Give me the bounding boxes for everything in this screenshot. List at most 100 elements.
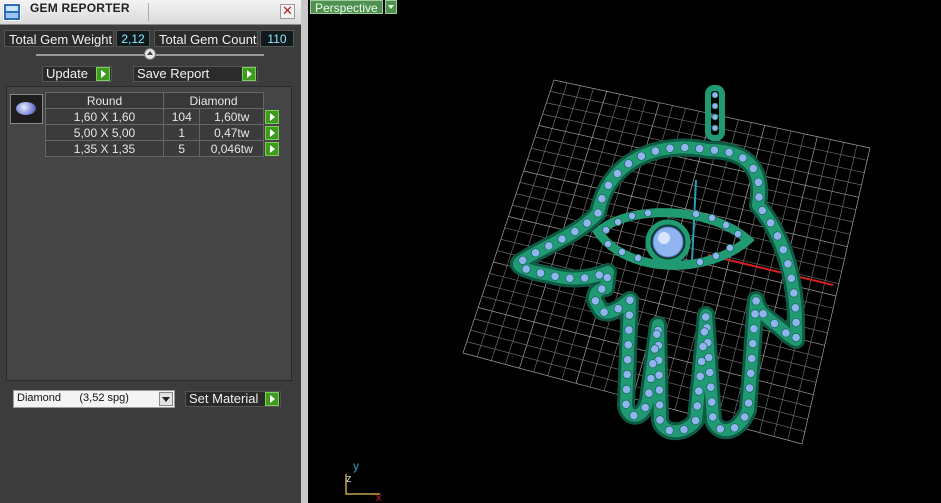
pave-stone (521, 264, 531, 274)
pave-stone (695, 371, 705, 381)
pave-stone (580, 273, 590, 283)
total-gem-count-label: Total Gem Count (154, 30, 258, 47)
pave-stone (765, 218, 776, 228)
total-gem-count-value: 110 (260, 30, 294, 47)
title-bar: GEM REPORTER ✕ (0, 0, 301, 25)
pave-stone (711, 102, 719, 110)
pave-stone (711, 91, 719, 99)
play-arrow-icon[interactable] (265, 109, 279, 124)
gem-reporter-app-icon (3, 3, 21, 21)
pave-stone (679, 424, 689, 435)
z-axis-label: z (346, 473, 352, 485)
pave-stone (594, 270, 604, 280)
pave-stone (652, 329, 662, 339)
gem-weight: 1,60tw (199, 108, 264, 125)
pave-stone (623, 159, 634, 169)
gem-weight: 0,47tw (199, 124, 264, 141)
pave-stone (644, 388, 654, 398)
pave-stone (757, 205, 767, 216)
table-header-row: Round Diamond (45, 92, 280, 109)
pave-stone (790, 303, 800, 313)
pave-stone (783, 259, 793, 269)
material-select[interactable]: Diamond (3,52 spg) (13, 390, 175, 408)
gem-table: Round Diamond 1,60 X 1,60 104 1,60tw 5,0… (45, 92, 280, 157)
play-arrow-icon[interactable] (265, 392, 279, 406)
pave-stone (643, 208, 652, 217)
pave-stone (655, 415, 665, 425)
z-axis-line (691, 179, 697, 263)
total-gem-weight-value: 2,12 (116, 30, 150, 47)
table-row[interactable]: 1,60 X 1,60 104 1,60tw (45, 108, 280, 125)
play-arrow-icon[interactable] (96, 67, 110, 81)
pave-stone (565, 273, 575, 283)
pave-stone (769, 318, 780, 328)
pave-stone (715, 424, 725, 434)
pave-stone (601, 225, 610, 234)
pave-stone (535, 268, 546, 278)
pave-stone (646, 373, 656, 384)
pave-stone (706, 382, 716, 392)
play-arrow-icon[interactable] (265, 125, 279, 140)
pave-stone (655, 400, 665, 410)
pave-stone (650, 344, 660, 354)
table-row[interactable]: 5,00 X 5,00 1 0,47tw (45, 124, 280, 141)
pave-stone (791, 317, 801, 328)
pave-stone (748, 163, 758, 173)
pave-stone (789, 288, 799, 298)
pave-stone (622, 369, 632, 380)
pave-stone (531, 248, 541, 258)
pave-stone (633, 253, 642, 262)
play-arrow-icon[interactable] (242, 67, 256, 81)
gem-weight: 0,046tw (199, 140, 264, 157)
pave-stone (705, 367, 715, 377)
pave-stone (544, 241, 554, 251)
pave-stone (627, 211, 636, 220)
pave-stone (709, 145, 719, 155)
pave-stone (617, 247, 626, 256)
pave-stone (733, 229, 742, 238)
slider-handle[interactable] (144, 48, 156, 60)
center-diamond-highlight (658, 232, 670, 244)
pave-stone (695, 257, 704, 266)
gem-count: 104 (162, 108, 201, 125)
round-gem-icon[interactable] (10, 94, 43, 124)
pave-stone (624, 325, 634, 335)
pave-stone (621, 399, 631, 409)
viewport-divider[interactable] (301, 0, 308, 503)
column-header-material: Diamond (163, 92, 264, 109)
title-divider (148, 3, 149, 21)
pave-stone (623, 340, 633, 350)
pave-stone (707, 213, 716, 222)
pave-stone (708, 412, 718, 422)
pave-stone (654, 385, 664, 395)
set-material-button-label: Set Material (189, 391, 259, 406)
pave-stone (599, 307, 609, 317)
pave-stone (597, 284, 607, 294)
update-button-label: Update (46, 66, 88, 81)
pave-stone (772, 231, 783, 241)
column-header-shape: Round (45, 92, 164, 109)
pave-stone (625, 295, 635, 305)
pave-stone (570, 227, 580, 237)
pave-stone (754, 192, 764, 202)
pave-stone (694, 386, 704, 396)
pave-stone (613, 217, 622, 226)
update-button[interactable]: Update (42, 66, 112, 82)
pave-stone (711, 113, 719, 121)
chevron-down-icon[interactable] (159, 392, 173, 406)
table-row[interactable]: 1,35 X 1,35 5 0,046tw (45, 140, 280, 157)
pave-stone (692, 401, 702, 411)
pave-stone (690, 415, 701, 426)
3d-scene[interactable]: y z x (308, 0, 941, 503)
save-report-button[interactable]: Save Report (133, 66, 258, 82)
window-title: GEM REPORTER (30, 1, 130, 15)
pave-stone (744, 383, 755, 393)
pave-stone (749, 324, 759, 334)
set-material-button[interactable]: Set Material (185, 391, 281, 407)
play-arrow-icon[interactable] (265, 141, 279, 156)
pave-stone (751, 296, 761, 306)
pave-stone (711, 251, 720, 260)
close-icon[interactable]: ✕ (280, 4, 295, 19)
pave-stone (640, 402, 650, 413)
pave-stone (743, 398, 754, 408)
